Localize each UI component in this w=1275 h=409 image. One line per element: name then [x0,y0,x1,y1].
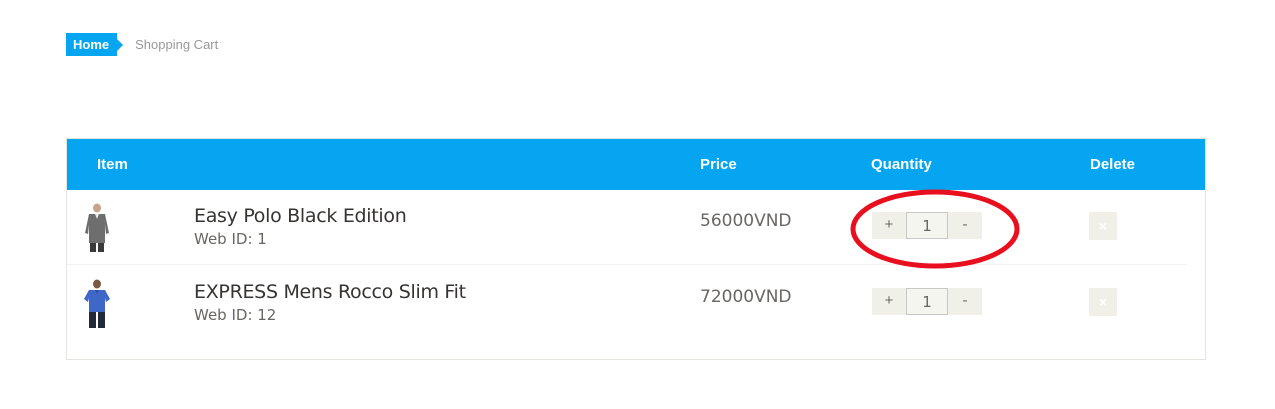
delete-button[interactable]: × [1089,288,1117,316]
polo-blue-icon[interactable] [81,279,113,329]
quantity-minus-button[interactable]: - [948,288,982,315]
quantity-stepper: + - [872,288,984,315]
quantity-plus-button[interactable]: + [872,212,906,239]
breadcrumb: Home Shopping Cart [66,33,218,56]
shirt-grey-icon[interactable] [81,203,113,253]
delete-button[interactable]: × [1089,212,1117,240]
close-icon: × [1098,218,1108,234]
header-delete: Delete [1090,156,1136,173]
cart-table: Item Price Quantity Delete Easy Polo Bla… [66,138,1206,360]
product-price: 56000VND [700,211,792,231]
product-price: 72000VND [700,287,792,307]
quantity-minus-button[interactable]: - [948,212,982,239]
quantity-plus-button[interactable]: + [872,288,906,315]
quantity-input[interactable] [906,288,948,315]
breadcrumb-home-link[interactable]: Home [66,33,124,56]
header-price: Price [700,156,737,173]
table-row: Easy Polo Black Edition Web ID: 1 56000V… [67,190,1187,265]
table-row: EXPRESS Mens Rocco Slim Fit Web ID: 12 7… [67,266,1205,341]
product-name[interactable]: EXPRESS Mens Rocco Slim Fit [194,281,466,303]
quantity-stepper: + - [872,212,984,239]
product-name[interactable]: Easy Polo Black Edition [194,205,407,227]
product-web-id: Web ID: 1 [194,230,267,248]
cart-table-header: Item Price Quantity Delete [67,139,1205,190]
header-quantity: Quantity [871,156,932,173]
breadcrumb-current: Shopping Cart [135,37,219,52]
quantity-input[interactable] [906,212,948,239]
header-item: Item [97,156,128,173]
close-icon: × [1098,294,1108,310]
product-web-id: Web ID: 12 [194,306,277,324]
